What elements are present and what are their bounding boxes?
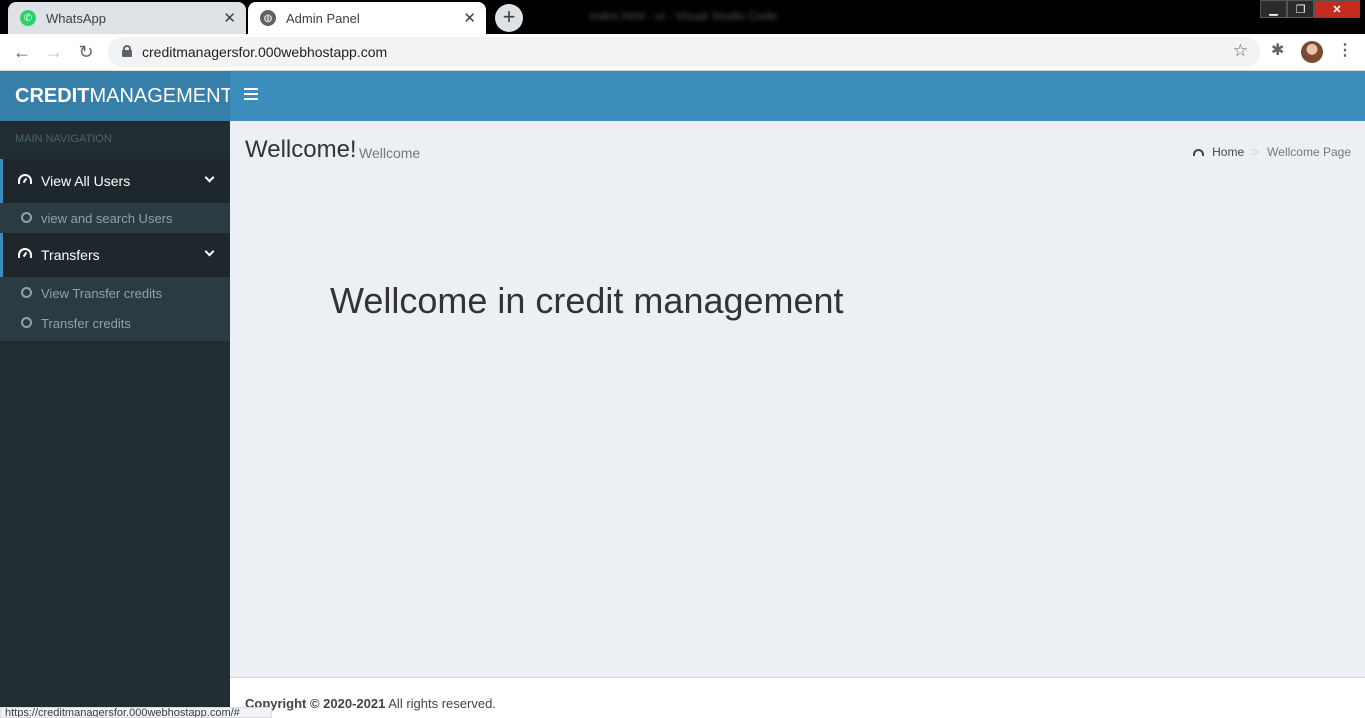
tab-title: Admin Panel (286, 10, 360, 26)
minimize-button[interactable]: ▁ (1260, 0, 1287, 18)
page-title: Wellcome! (245, 136, 357, 163)
top-navbar (230, 71, 1365, 121)
globe-icon: ◍ (260, 10, 276, 26)
new-tab-button[interactable]: + (495, 4, 523, 32)
reload-icon[interactable]: ↻ (74, 40, 98, 64)
app-logo[interactable]: CREDITMANAGEMENT (0, 71, 230, 121)
rights-text: All rights reserved. (388, 696, 496, 711)
circle-icon (21, 212, 32, 223)
dashboard-icon (1193, 148, 1205, 156)
submenu-transfers: View Transfer credits Transfer credits (0, 277, 230, 341)
address-bar[interactable]: creditmanagersfor.000webhostapp.com ☆ (108, 37, 1260, 67)
breadcrumb-separator: > (1252, 145, 1260, 159)
window-title: index.html - ui - Visual Studio Code (590, 9, 778, 23)
logo-bold: CREDIT (15, 85, 90, 107)
sidebar-item-transfer-credits[interactable]: Transfer credits (0, 308, 230, 338)
whatsapp-icon: ✆ (20, 10, 36, 26)
sidebar-item-view-transfer-credits[interactable]: View Transfer credits (0, 278, 230, 308)
browser-tabstrip: ✆ WhatsApp ✕ ◍ Admin Panel ✕ + index.htm… (0, 0, 1365, 34)
page-subtitle: Wellcome (359, 145, 421, 161)
more-vert-icon[interactable]: ⋮ (1337, 40, 1353, 60)
close-icon[interactable]: ✕ (223, 9, 236, 27)
window-close-button[interactable]: ✕ (1314, 0, 1360, 18)
item-label: view and search Users (41, 211, 173, 226)
item-label: View Transfer credits (41, 286, 163, 301)
circle-icon (21, 287, 32, 298)
circle-icon (21, 317, 32, 328)
welcome-heading: Wellcome in credit management (330, 280, 844, 321)
tab-admin-panel[interactable]: ◍ Admin Panel ✕ (248, 2, 486, 34)
breadcrumb-home-link[interactable]: Home (1212, 145, 1244, 159)
dashboard-icon (18, 174, 32, 184)
footer-text: Copyright © 2020-2021 All rights reserve… (245, 696, 496, 711)
sidebar-menu-view-all-users[interactable]: View All Users (0, 159, 230, 203)
dashboard-icon (18, 248, 32, 258)
footer: Copyright © 2020-2021 All rights reserve… (230, 677, 1365, 718)
menu-label: View All Users (41, 173, 131, 189)
tab-whatsapp[interactable]: ✆ WhatsApp ✕ (8, 2, 246, 34)
logo-light: MANAGEMENT (89, 85, 230, 107)
close-icon[interactable]: ✕ (463, 9, 476, 27)
sidebar-header: MAIN NAVIGATION (15, 133, 112, 145)
breadcrumb: Home > Wellcome Page (1193, 145, 1351, 159)
breadcrumb-current: Wellcome Page (1267, 145, 1351, 159)
sidebar-menu-transfers[interactable]: Transfers (0, 233, 230, 277)
chevron-down-icon (204, 246, 215, 257)
item-label: Transfer credits (41, 316, 131, 331)
maximize-button[interactable]: ❐ (1287, 0, 1314, 18)
hamburger-menu-icon[interactable] (244, 88, 258, 102)
avatar[interactable] (1301, 41, 1323, 63)
sidebar: MAIN NAVIGATION View All Users view and … (0, 121, 230, 718)
browser-toolbar: ← → ↻ creditmanagersfor.000webhostapp.co… (0, 34, 1365, 71)
submenu-users: view and search Users (0, 203, 230, 233)
menu-label: Transfers (41, 247, 100, 263)
chevron-down-icon (204, 172, 215, 183)
lock-icon[interactable] (122, 45, 132, 57)
tab-title: WhatsApp (46, 10, 106, 26)
forward-arrow-icon[interactable]: → (42, 40, 66, 64)
status-bar-url: https://creditmanagersfor.000webhostapp.… (0, 707, 272, 718)
star-icon[interactable]: ☆ (1233, 41, 1248, 61)
puzzle-icon[interactable]: ✱ (1271, 40, 1284, 60)
sidebar-item-view-search-users[interactable]: view and search Users (0, 203, 230, 233)
back-arrow-icon[interactable]: ← (10, 40, 34, 64)
url-text[interactable]: creditmanagersfor.000webhostapp.com (142, 44, 387, 60)
